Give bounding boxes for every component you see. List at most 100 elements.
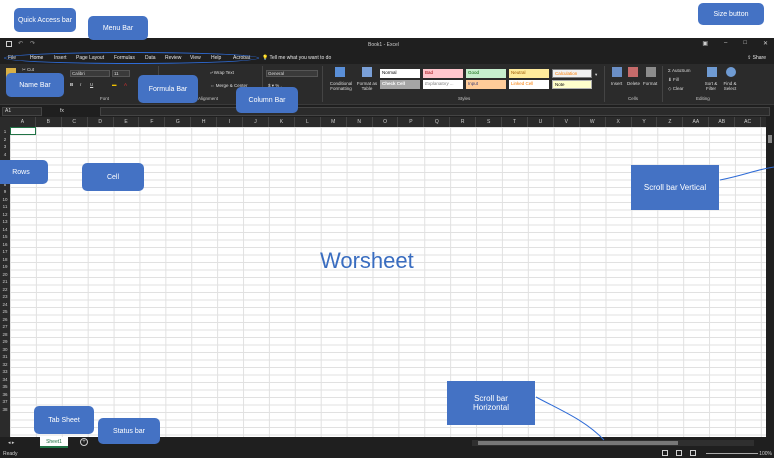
number-format-select[interactable]: General xyxy=(266,70,318,77)
row-header-36[interactable]: 36 xyxy=(0,391,10,399)
format-as-table-label[interactable]: Format as Table xyxy=(356,81,378,91)
format-cells-label[interactable]: Format xyxy=(643,81,657,86)
row-header-14[interactable]: 14 xyxy=(0,226,10,234)
delete-cells-icon[interactable] xyxy=(628,67,638,77)
row-header-3[interactable]: 3 xyxy=(0,143,10,151)
sheet-tab[interactable]: Sheet1 xyxy=(40,437,68,448)
row-header-31[interactable]: 31 xyxy=(0,353,10,361)
row-header-18[interactable]: 18 xyxy=(0,256,10,264)
find-select-label[interactable]: Find & Select xyxy=(720,81,740,91)
row-header-27[interactable]: 27 xyxy=(0,323,10,331)
column-header-r[interactable]: R xyxy=(450,117,477,127)
column-header-n[interactable]: N xyxy=(347,117,373,127)
column-header-l[interactable]: L xyxy=(295,117,321,127)
vertical-scroll-thumb[interactable] xyxy=(768,135,772,143)
style-good[interactable]: Good xyxy=(466,69,506,78)
row-header-9[interactable]: 9 xyxy=(0,188,10,196)
zoom-slider[interactable] xyxy=(706,453,758,454)
column-header-i[interactable]: I xyxy=(217,117,244,127)
row-header-11[interactable]: 11 xyxy=(0,203,10,211)
conditional-formatting-label[interactable]: Conditional Formatting xyxy=(326,81,356,91)
conditional-formatting-icon[interactable] xyxy=(335,67,345,77)
row-header-13[interactable]: 13 xyxy=(0,218,10,226)
styles-more-icon[interactable]: ▾ xyxy=(595,72,597,78)
column-header-v[interactable]: V xyxy=(554,117,580,127)
selected-cell-a1[interactable] xyxy=(10,127,36,135)
format-as-table-icon[interactable] xyxy=(362,67,372,77)
column-header-ab[interactable]: AB xyxy=(709,117,736,127)
italic-button[interactable]: I xyxy=(80,82,81,87)
row-header-26[interactable]: 26 xyxy=(0,316,10,324)
page-layout-view-icon[interactable] xyxy=(676,450,682,456)
style-note[interactable]: Note xyxy=(552,80,592,89)
undo-icon[interactable]: ↶ xyxy=(18,41,24,47)
column-header-w[interactable]: W xyxy=(580,117,606,127)
sort-filter-icon[interactable] xyxy=(707,67,717,77)
formula-input[interactable] xyxy=(100,107,770,116)
font-size-select[interactable]: 11 xyxy=(112,70,130,77)
style-calculation[interactable]: Calculation xyxy=(552,69,592,78)
style-linked-cell[interactable]: Linked Cell xyxy=(509,80,549,89)
column-header-u[interactable]: U xyxy=(528,117,554,127)
column-header-y[interactable]: Y xyxy=(632,117,658,127)
column-header-q[interactable]: Q xyxy=(424,117,451,127)
fill-button[interactable]: ⬇ Fill xyxy=(668,77,679,83)
column-header-z[interactable]: Z xyxy=(658,117,684,127)
style-check-cell[interactable]: Check Cell xyxy=(380,80,420,89)
find-select-icon[interactable] xyxy=(726,67,736,77)
normal-view-icon[interactable] xyxy=(662,450,668,456)
row-header-15[interactable]: 15 xyxy=(0,233,10,241)
column-header-k[interactable]: K xyxy=(269,117,295,127)
zoom-percent[interactable]: 100% xyxy=(759,451,772,457)
tell-me-search[interactable]: 💡 Tell me what you want to do xyxy=(262,55,331,61)
row-header-20[interactable]: 20 xyxy=(0,271,10,279)
column-header-o[interactable]: O xyxy=(373,117,399,127)
row-header-29[interactable]: 29 xyxy=(0,338,10,346)
row-header-33[interactable]: 33 xyxy=(0,368,10,376)
row-header-37[interactable]: 37 xyxy=(0,398,10,406)
column-header-t[interactable]: T xyxy=(502,117,528,127)
horizontal-scroll-thumb[interactable] xyxy=(478,441,678,445)
style-input[interactable]: Input xyxy=(466,80,506,89)
row-header-35[interactable]: 35 xyxy=(0,383,10,391)
font-color-icon[interactable]: A xyxy=(124,82,127,87)
insert-cells-icon[interactable] xyxy=(612,67,622,77)
row-header-30[interactable]: 30 xyxy=(0,346,10,354)
row-header-12[interactable]: 12 xyxy=(0,211,10,219)
row-header-21[interactable]: 21 xyxy=(0,278,10,286)
format-cells-icon[interactable] xyxy=(646,67,656,77)
column-header-x[interactable]: X xyxy=(606,117,632,127)
maximize-icon[interactable]: □ xyxy=(743,40,747,47)
ribbon-display-icon[interactable]: ▣ xyxy=(702,40,708,47)
horizontal-scrollbar[interactable] xyxy=(472,440,754,446)
row-header-24[interactable]: 24 xyxy=(0,301,10,309)
column-header-c[interactable]: C xyxy=(62,117,88,127)
row-header-22[interactable]: 22 xyxy=(0,286,10,294)
save-icon[interactable] xyxy=(6,41,12,47)
wrap-text-button[interactable]: ⤶ Wrap Text xyxy=(210,70,234,75)
column-header-h[interactable]: H xyxy=(191,117,218,127)
column-header-ac[interactable]: AC xyxy=(735,117,762,127)
redo-icon[interactable]: ↷ xyxy=(30,41,36,47)
column-header-b[interactable]: B xyxy=(36,117,62,127)
row-header-38[interactable]: 38 xyxy=(0,406,10,414)
name-box[interactable]: A1 xyxy=(2,107,42,116)
autosum-button[interactable]: Σ AutoSum xyxy=(668,68,691,73)
row-header-2[interactable]: 2 xyxy=(0,136,10,144)
row-header-32[interactable]: 32 xyxy=(0,361,10,369)
row-header-16[interactable]: 16 xyxy=(0,241,10,249)
column-header-e[interactable]: E xyxy=(114,117,140,127)
row-header-25[interactable]: 25 xyxy=(0,308,10,316)
row-header-17[interactable]: 17 xyxy=(0,248,10,256)
delete-cells-label[interactable]: Delete xyxy=(627,81,640,86)
fx-icon[interactable]: fx xyxy=(60,108,64,114)
style-neutral[interactable]: Neutral xyxy=(509,69,549,78)
style-bad[interactable]: Bad xyxy=(423,69,463,78)
column-header-g[interactable]: G xyxy=(165,117,192,127)
row-header-19[interactable]: 19 xyxy=(0,263,10,271)
vertical-scrollbar[interactable] xyxy=(766,117,774,437)
row-header-4[interactable]: 4 xyxy=(0,151,10,159)
column-header-j[interactable]: J xyxy=(243,117,269,127)
style-explanatory[interactable]: Explanatory ... xyxy=(423,80,463,89)
sort-filter-label[interactable]: Sort & Filter xyxy=(702,81,720,91)
